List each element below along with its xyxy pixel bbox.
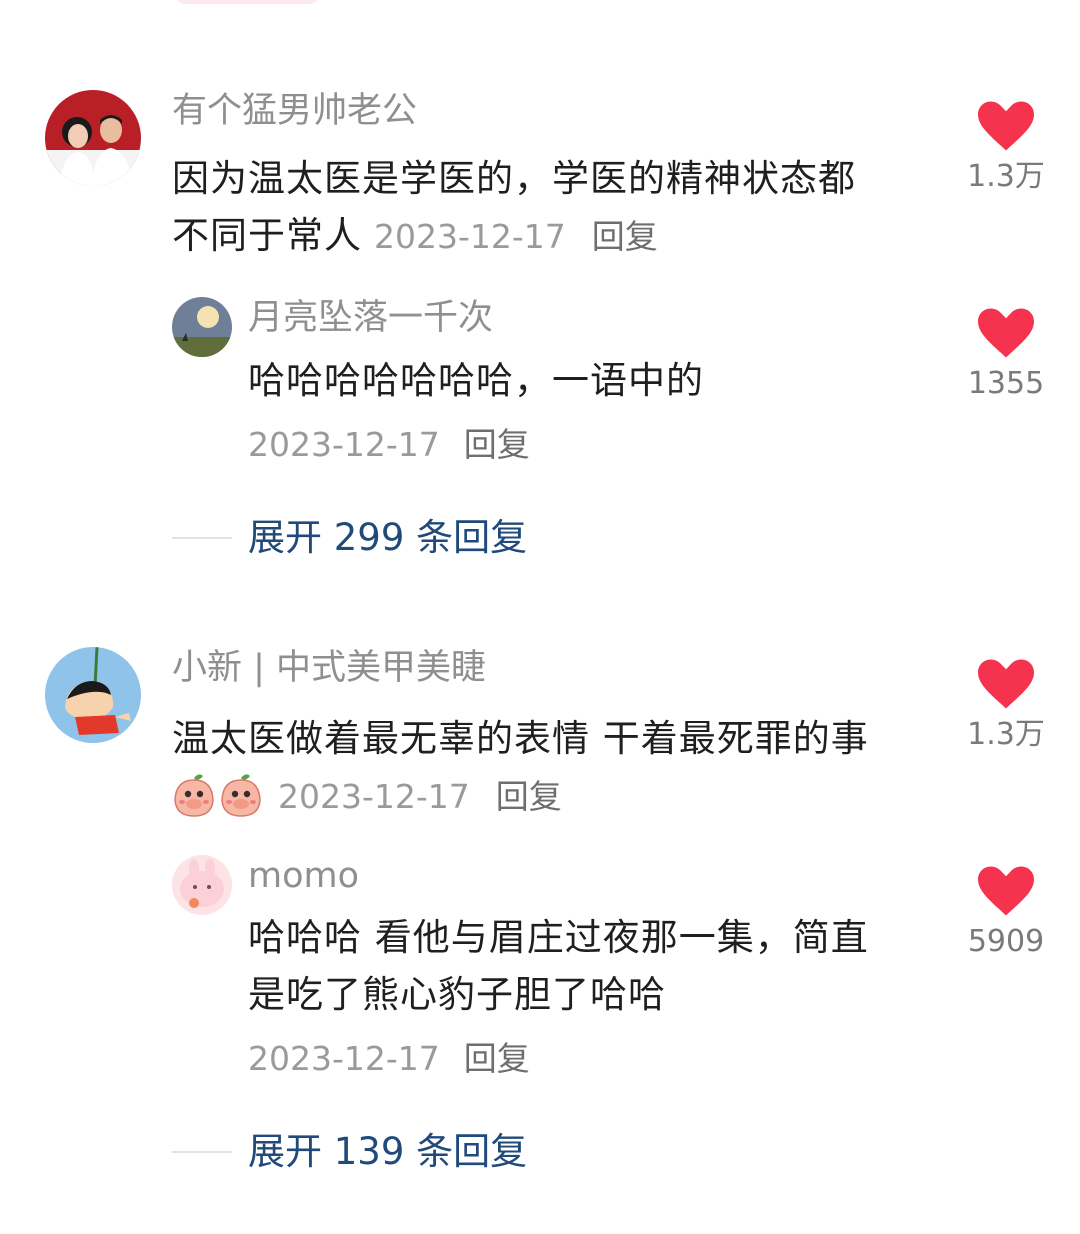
reply-date: 2023-12-17 — [248, 425, 440, 464]
reply-author-name[interactable]: 月亮坠落一千次 — [248, 296, 493, 340]
reply-button[interactable]: 回复 — [464, 1039, 530, 1078]
heart-icon — [978, 866, 1034, 916]
heart-icon — [978, 659, 1034, 709]
like-count: 1355 — [967, 366, 1045, 401]
comment-text: 因为温太医是学医的，学医的精神状态都不同于常人 2023-12-17 回复 — [172, 150, 892, 265]
avatar[interactable] — [45, 90, 141, 186]
reply-meta: 2023-12-17 回复 — [248, 423, 530, 467]
divider-dash — [172, 1151, 232, 1153]
avatar[interactable] — [172, 297, 232, 357]
like-count: 5909 — [967, 924, 1045, 959]
like-count: 1.3万 — [967, 717, 1045, 752]
heart-icon — [978, 101, 1034, 151]
reply-author-name[interactable]: momo — [248, 854, 359, 898]
expand-replies-label: 展开 139 条回复 — [248, 1130, 528, 1173]
reply-date: 2023-12-17 — [248, 1039, 440, 1078]
like-count: 1.3万 — [967, 159, 1045, 194]
like-button[interactable]: 1.3万 — [961, 101, 1051, 195]
like-button[interactable]: 5909 — [961, 866, 1051, 960]
comment-author-name[interactable]: 有个猛男帅老公 — [172, 89, 417, 133]
reply-text: 哈哈哈 看他与眉庄过夜那一集，简直是吃了熊心豹子胆了哈哈 — [248, 916, 869, 1016]
reply-button[interactable]: 回复 — [464, 425, 530, 464]
comment-author-name[interactable]: 小新 | 中式美甲美睫 — [172, 646, 486, 690]
comment-body: 温太医做着最无辜的表情 干着最死罪的事 — [172, 717, 869, 760]
peach-covering-mouth-emoji — [172, 772, 216, 818]
divider-dash — [172, 537, 232, 539]
expand-replies-label: 展开 299 条回复 — [248, 516, 528, 559]
peach-covering-mouth-emoji — [219, 772, 263, 818]
expand-replies-button[interactable]: 展开 299 条回复 — [172, 514, 527, 562]
comment-text: 温太医做着最无辜的表情 干着最死罪的事 2023-12-17 回复 — [172, 710, 892, 825]
previous-item-edge — [175, 0, 320, 4]
like-button[interactable]: 1355 — [961, 308, 1051, 402]
like-button[interactable]: 1.3万 — [961, 659, 1051, 753]
reply-button[interactable]: 回复 — [496, 777, 562, 816]
avatar[interactable] — [45, 647, 141, 743]
comment-date: 2023-12-17 — [374, 217, 566, 256]
reply-text: 哈哈哈哈哈哈哈，一语中的 — [248, 359, 704, 402]
expand-replies-button[interactable]: 展开 139 条回复 — [172, 1128, 527, 1176]
avatar[interactable] — [172, 855, 232, 915]
heart-icon — [978, 308, 1034, 358]
comment-date: 2023-12-17 — [278, 777, 470, 816]
reply-meta: 2023-12-17 回复 — [248, 1037, 530, 1081]
reply-button[interactable]: 回复 — [592, 217, 658, 256]
